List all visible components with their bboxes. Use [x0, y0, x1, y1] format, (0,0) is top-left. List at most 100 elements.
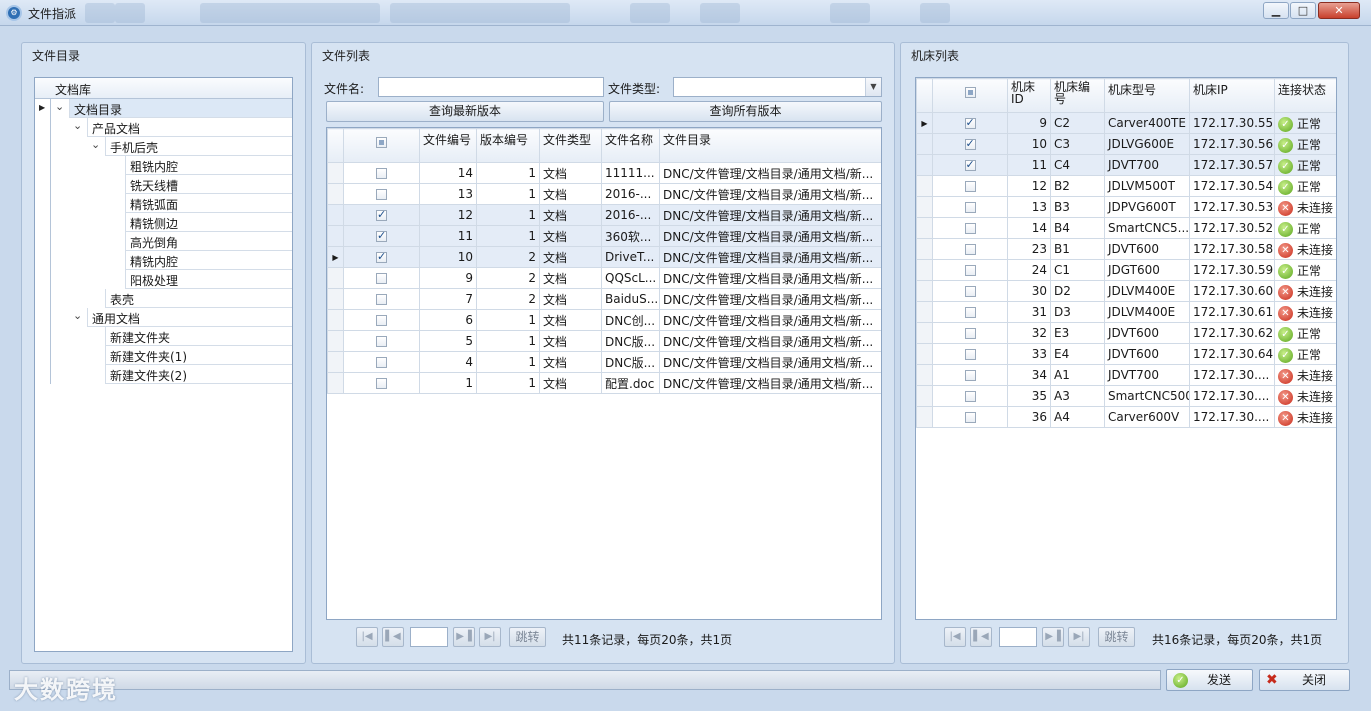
row-checkbox[interactable] [964, 370, 976, 381]
row-checkbox-cell[interactable] [932, 217, 1008, 239]
row-checkbox[interactable] [964, 286, 976, 297]
table-row[interactable]: 5 1 文档 DNC版... DNC/文件管理/文档目录/通用文档/新... [327, 330, 881, 352]
table-row[interactable]: 34 A1 JDVT700 172.17.30.... ✕ 未连接 [916, 364, 1336, 386]
row-checkbox-cell[interactable] [932, 343, 1008, 365]
jump-button[interactable]: 跳转 [509, 627, 546, 647]
table-row[interactable]: 10C3JDLVG600E172.17.30.56✓ 正常 [916, 133, 1336, 155]
query-all-button[interactable]: 查询所有版本 [609, 101, 882, 122]
select-all-header[interactable] [932, 78, 1008, 113]
last-page-button[interactable]: ▶| [479, 627, 501, 647]
tree-node[interactable]: 精铣侧边 [51, 213, 292, 232]
row-checkbox[interactable] [964, 328, 976, 339]
tree-node[interactable]: ⌄ 产品文档 [51, 118, 292, 137]
table-row[interactable]: 14 1 文档 11111... DNC/文件管理/文档目录/通用文档/新... [327, 162, 881, 184]
page-number-input[interactable] [999, 627, 1037, 647]
column-header-machine-model[interactable]: 机床型号 [1104, 78, 1190, 113]
directory-tree[interactable]: 文档库 ▶ ⌄ 文档目录 ⌄ 产品文档 ⌄ 手机后壳 粗铣内腔 铣天线槽 精铣弧面 精铣侧边 高光倒角… [34, 77, 293, 652]
close-window-button[interactable]: ✕ [1318, 2, 1360, 19]
row-checkbox-cell[interactable] [343, 372, 420, 394]
table-row[interactable]: 35 A3 SmartCNC500 172.17.30.... ✕ 未连接 [916, 385, 1336, 407]
select-all-checkbox[interactable] [376, 137, 387, 148]
next-page-button[interactable]: ▶▐ [453, 627, 475, 647]
tree-node[interactable]: 高光倒角 [51, 232, 292, 251]
row-checkbox-cell[interactable] [343, 225, 420, 247]
column-header-machine-ip[interactable]: 机床IP [1189, 78, 1275, 113]
row-checkbox-cell[interactable] [343, 351, 420, 373]
chevron-down-icon[interactable]: ⌄ [91, 138, 100, 151]
row-checkbox[interactable] [376, 168, 387, 179]
row-checkbox-cell[interactable] [343, 183, 420, 205]
table-row[interactable]: 11C4JDVT700172.17.30.57✓ 正常 [916, 154, 1336, 176]
minimize-button[interactable]: ▁ [1263, 2, 1289, 19]
column-header-connection-status[interactable]: 连接状态 [1274, 78, 1336, 113]
row-checkbox[interactable] [376, 378, 387, 389]
tree-node[interactable]: 精铣弧面 [51, 194, 292, 213]
prev-page-button[interactable]: ▌◀ [970, 627, 992, 647]
column-header-machine-code[interactable]: 机床编号 [1050, 78, 1105, 113]
row-checkbox-cell[interactable] [343, 162, 420, 184]
tree-node[interactable]: ▶ ⌄ 文档目录 [39, 99, 292, 118]
last-page-button[interactable]: ▶| [1068, 627, 1090, 647]
column-header-file-name[interactable]: 文件名称 [601, 128, 660, 163]
prev-page-button[interactable]: ▌◀ [382, 627, 404, 647]
tree-node[interactable]: 新建文件夹(2) [51, 365, 292, 384]
row-checkbox[interactable] [964, 412, 976, 423]
row-checkbox[interactable] [964, 391, 976, 402]
row-checkbox[interactable] [964, 202, 976, 213]
row-checkbox[interactable] [964, 116, 976, 129]
table-row[interactable]: 33 E4 JDVT600 172.17.30.64 ✓ 正常 [916, 343, 1336, 365]
tree-node[interactable]: 铣天线槽 [51, 175, 292, 194]
row-checkbox[interactable] [964, 244, 976, 255]
table-row[interactable]: 121文档2016-...DNC/文件管理/文档目录/通用文档/新... [327, 204, 881, 226]
row-checkbox-cell[interactable] [932, 364, 1008, 386]
row-checkbox-cell[interactable] [932, 322, 1008, 344]
row-checkbox[interactable] [376, 229, 387, 242]
table-row[interactable]: 9 2 文档 QQScL... DNC/文件管理/文档目录/通用文档/新... [327, 267, 881, 289]
close-button[interactable]: ✖ 关闭 [1259, 669, 1350, 691]
chevron-down-icon[interactable]: ⌄ [73, 119, 82, 132]
next-page-button[interactable]: ▶▐ [1042, 627, 1064, 647]
row-checkbox-cell[interactable] [932, 133, 1008, 155]
row-checkbox[interactable] [376, 294, 387, 305]
select-all-header[interactable] [343, 128, 420, 163]
table-row[interactable]: 36 A4 Carver600V 172.17.30.... ✕ 未连接 [916, 406, 1336, 428]
tree-node[interactable]: ⌄ 通用文档 [51, 308, 292, 327]
row-checkbox[interactable] [964, 158, 976, 171]
column-header-file-id[interactable]: 文件编号 [419, 128, 477, 163]
row-checkbox[interactable] [964, 307, 976, 318]
row-checkbox[interactable] [376, 273, 387, 284]
table-row[interactable]: 13 1 文档 2016-... DNC/文件管理/文档目录/通用文档/新... [327, 183, 881, 205]
row-checkbox-cell[interactable] [343, 330, 420, 352]
row-checkbox-cell[interactable] [932, 196, 1008, 218]
table-row[interactable]: 111文档360软...DNC/文件管理/文档目录/通用文档/新... [327, 225, 881, 247]
row-checkbox-cell[interactable] [932, 259, 1008, 281]
row-checkbox-cell[interactable] [343, 288, 420, 310]
row-checkbox-cell[interactable] [343, 246, 420, 268]
table-row[interactable]: 24 C1 JDGT600 172.17.30.59 ✓ 正常 [916, 259, 1336, 281]
row-checkbox[interactable] [376, 315, 387, 326]
tree-node[interactable]: 粗铣内腔 [51, 156, 292, 175]
row-checkbox[interactable] [376, 336, 387, 347]
row-checkbox[interactable] [376, 250, 387, 263]
row-checkbox[interactable] [376, 189, 387, 200]
row-checkbox-cell[interactable] [932, 238, 1008, 260]
column-header-file-type[interactable]: 文件类型 [539, 128, 602, 163]
row-checkbox-cell[interactable] [932, 406, 1008, 428]
row-checkbox-cell[interactable] [932, 154, 1008, 176]
column-header-machine-id[interactable]: 机床ID [1007, 78, 1051, 113]
table-row[interactable]: 6 1 文档 DNC创... DNC/文件管理/文档目录/通用文档/新... [327, 309, 881, 331]
table-row[interactable]: 13 B3 JDPVG600T 172.17.30.53 ✕ 未连接 [916, 196, 1336, 218]
row-checkbox-cell[interactable] [343, 309, 420, 331]
row-checkbox-cell[interactable] [932, 385, 1008, 407]
page-number-input[interactable] [410, 627, 448, 647]
row-checkbox-cell[interactable] [932, 112, 1008, 134]
table-row[interactable]: 14 B4 SmartCNC5... 172.17.30.52 ✓ 正常 [916, 217, 1336, 239]
row-checkbox-cell[interactable] [932, 175, 1008, 197]
table-row[interactable]: ▶ 9C2Carver400TE172.17.30.55✓ 正常 [916, 112, 1336, 134]
tree-node[interactable]: 精铣内腔 [51, 251, 292, 270]
maximize-button[interactable]: □ [1290, 2, 1316, 19]
query-latest-button[interactable]: 查询最新版本 [326, 101, 604, 122]
row-checkbox-cell[interactable] [932, 301, 1008, 323]
table-row[interactable]: 23 B1 JDVT600 172.17.30.58 ✕ 未连接 [916, 238, 1336, 260]
chevron-down-icon[interactable]: ⌄ [73, 309, 82, 322]
